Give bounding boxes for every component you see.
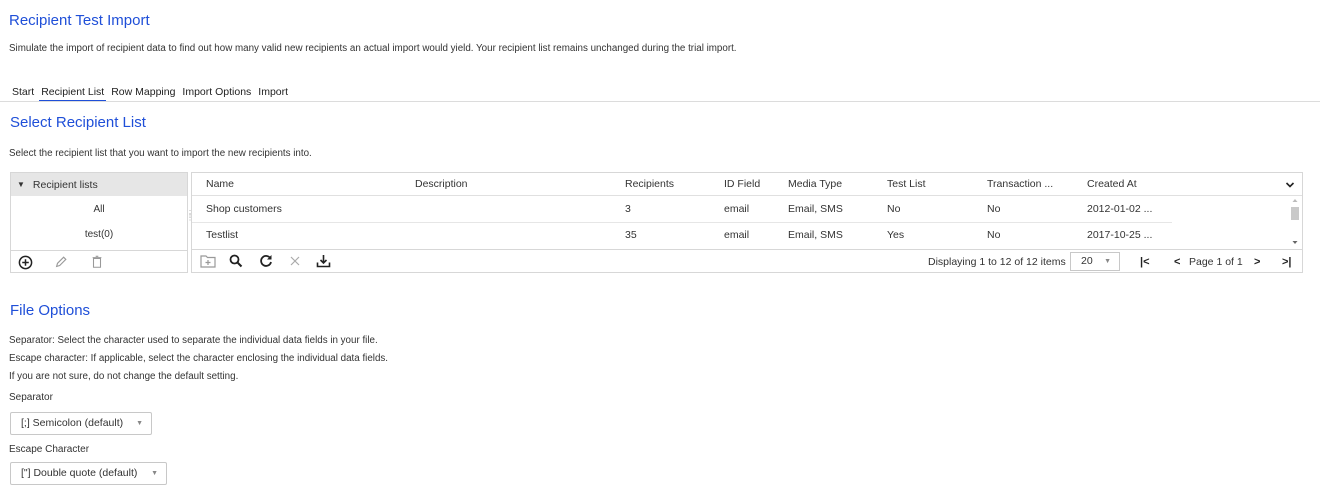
section-title-select-list: Select Recipient List (10, 114, 146, 131)
wizard-tabs: Start Recipient List Row Mapping Import … (10, 86, 293, 102)
col-header-created-at[interactable]: Created At (1087, 173, 1137, 196)
grid-footer: Displaying 1 to 12 of 12 items 20 ▼ |< <… (192, 249, 1302, 273)
separator-value: [;] Semicolon (default) (21, 417, 124, 429)
tab-import[interactable]: Import (256, 86, 290, 98)
cell-test-list: No (887, 203, 901, 215)
escape-character-label: Escape Character (9, 444, 90, 455)
page-size-value: 20 (1081, 255, 1093, 267)
tab-divider (0, 101, 1320, 102)
pagination-display-text: Displaying 1 to 12 of 12 items (928, 256, 1066, 268)
grid-vertical-scrollbar[interactable] (1289, 196, 1301, 248)
section-hint: Select the recipient list that you want … (9, 148, 312, 159)
tab-import-options[interactable]: Import Options (180, 86, 253, 98)
separator-label: Separator (9, 392, 53, 403)
cell-created-at: 2012-01-02 ... (1087, 203, 1153, 215)
escape-character-value: ["] Double quote (default) (21, 467, 138, 479)
page-indicator: Page 1 of 1 (1189, 256, 1243, 268)
col-header-recipients[interactable]: Recipients (625, 173, 674, 196)
search-icon[interactable] (229, 254, 243, 271)
recipient-list-grid: Name Description Recipients ID Field Med… (191, 172, 1303, 273)
cell-transaction: No (987, 229, 1001, 241)
tree-item-test[interactable]: test(0) (11, 222, 187, 247)
cell-recipients: 3 (625, 203, 631, 215)
panel-splitter[interactable]: ⋮ ⋮ (186, 210, 194, 226)
tree-toolbar (11, 250, 187, 273)
tree-header-label: Recipient lists (32, 178, 98, 191)
tab-start[interactable]: Start (10, 86, 36, 98)
cell-created-at: 2017-10-25 ... (1087, 229, 1153, 241)
last-page-button[interactable]: >| (1282, 250, 1292, 274)
tree-header[interactable]: ▼ Recipient lists (11, 173, 187, 196)
cell-media-type: Email, SMS (788, 203, 843, 215)
edit-pencil-icon[interactable] (53, 254, 69, 270)
separator-select[interactable]: [;] Semicolon (default) ▼ (10, 412, 152, 435)
refresh-icon[interactable] (259, 254, 273, 271)
recipient-list-tree: ▼ Recipient lists All test(0) (10, 172, 188, 273)
first-page-button[interactable]: |< (1140, 250, 1150, 274)
file-options-line: Escape character: If applicable, select … (9, 353, 389, 364)
col-header-description[interactable]: Description (415, 173, 468, 196)
tree-item-all[interactable]: All (11, 197, 187, 222)
table-row[interactable]: Shop customers 3 email Email, SMS No No … (192, 197, 1290, 222)
file-options-line: Separator: Select the character used to … (9, 335, 378, 346)
dropdown-arrow-icon: ▼ (136, 420, 143, 427)
delete-trash-icon[interactable] (89, 254, 105, 270)
col-header-id-field[interactable]: ID Field (724, 173, 760, 196)
col-header-media-type[interactable]: Media Type (788, 173, 842, 196)
table-row[interactable]: Testlist 35 email Email, SMS Yes No 2017… (192, 223, 1290, 248)
cell-media-type: Email, SMS (788, 229, 843, 241)
cell-id-field: email (724, 229, 750, 241)
export-icon[interactable] (316, 254, 331, 271)
caret-down-icon[interactable]: ▼ (17, 180, 25, 189)
col-header-name[interactable]: Name (206, 173, 234, 196)
section-title-file-options: File Options (10, 302, 91, 319)
new-folder-icon[interactable] (200, 254, 216, 271)
dropdown-arrow-icon: ▼ (1104, 258, 1111, 265)
page-intro: Simulate the import of recipient data to… (9, 43, 737, 54)
clear-icon[interactable] (289, 254, 301, 271)
add-circle-icon[interactable] (17, 254, 33, 270)
page-size-select[interactable]: 20 ▼ (1070, 252, 1120, 271)
grid-header: Name Description Recipients ID Field Med… (192, 173, 1302, 196)
page-title: Recipient Test Import (9, 12, 150, 29)
file-options-line: If you are not sure, do not change the d… (9, 371, 239, 382)
col-header-test-list[interactable]: Test List (887, 173, 926, 196)
col-header-transaction[interactable]: Transaction ... (987, 173, 1053, 196)
cell-test-list: Yes (887, 229, 905, 241)
cell-name: Testlist (206, 229, 239, 241)
cell-recipients: 35 (625, 229, 637, 241)
dropdown-arrow-icon: ▼ (151, 470, 158, 477)
cell-name: Shop customers (206, 203, 282, 215)
cell-transaction: No (987, 203, 1001, 215)
tab-row-mapping[interactable]: Row Mapping (109, 86, 177, 98)
prev-page-button[interactable]: < (1174, 250, 1180, 274)
cell-id-field: email (724, 203, 750, 215)
tab-recipient-list[interactable]: Recipient List (39, 86, 107, 102)
next-page-button[interactable]: > (1254, 250, 1260, 274)
column-menu-chevron-icon[interactable] (1282, 177, 1298, 193)
escape-character-select[interactable]: ["] Double quote (default) ▼ (10, 462, 167, 485)
